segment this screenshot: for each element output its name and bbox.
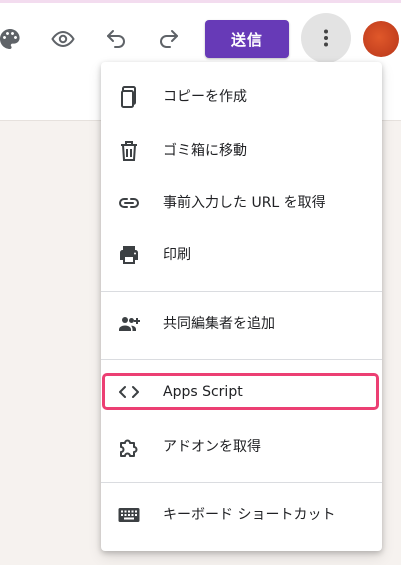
menu-item-label: コピーを作成: [163, 89, 247, 105]
send-button[interactable]: 送信: [205, 20, 289, 58]
menu-divider: [101, 359, 382, 360]
menu-item-label: 印刷: [163, 247, 191, 263]
menu-item-label: ゴミ箱に移動: [163, 143, 247, 159]
menu-item-get-prefilled-link[interactable]: 事前入力した URL を取得: [101, 178, 382, 228]
add-people-icon: [117, 312, 141, 336]
menu-item-label: アドオンを取得: [163, 439, 261, 455]
preview-eye-icon[interactable]: [51, 27, 75, 51]
palette-icon[interactable]: [0, 27, 22, 51]
undo-icon[interactable]: [104, 27, 128, 51]
copy-icon: [117, 85, 141, 109]
menu-item-move-to-trash[interactable]: ゴミ箱に移動: [101, 126, 382, 176]
menu-divider: [101, 291, 382, 292]
keyboard-icon: [117, 503, 141, 527]
menu-divider: [101, 482, 382, 483]
menu-item-label: 事前入力した URL を取得: [163, 195, 326, 211]
more-options-menu: コピーを作成 ゴミ箱に移動 事前入力した URL を取得 印刷 共同編集者を追加: [101, 62, 382, 551]
menu-item-add-collaborators[interactable]: 共同編集者を追加: [101, 299, 382, 349]
apps-script-highlight-box: [102, 373, 379, 410]
link-icon: [117, 191, 141, 215]
print-icon: [117, 243, 141, 267]
menu-item-print[interactable]: 印刷: [101, 230, 382, 280]
menu-item-make-copy[interactable]: コピーを作成: [101, 72, 382, 122]
puzzle-icon: [117, 435, 141, 459]
menu-item-label: キーボード ショートカット: [163, 507, 336, 523]
more-vert-icon: [324, 29, 328, 47]
more-options-button[interactable]: [301, 13, 351, 63]
menu-item-label: 共同編集者を追加: [163, 316, 275, 332]
trash-icon: [117, 139, 141, 163]
menu-item-keyboard-shortcuts[interactable]: キーボード ショートカット: [101, 490, 382, 540]
account-avatar[interactable]: [363, 21, 399, 57]
redo-icon[interactable]: [157, 27, 181, 51]
menu-item-get-addons[interactable]: アドオンを取得: [101, 422, 382, 472]
